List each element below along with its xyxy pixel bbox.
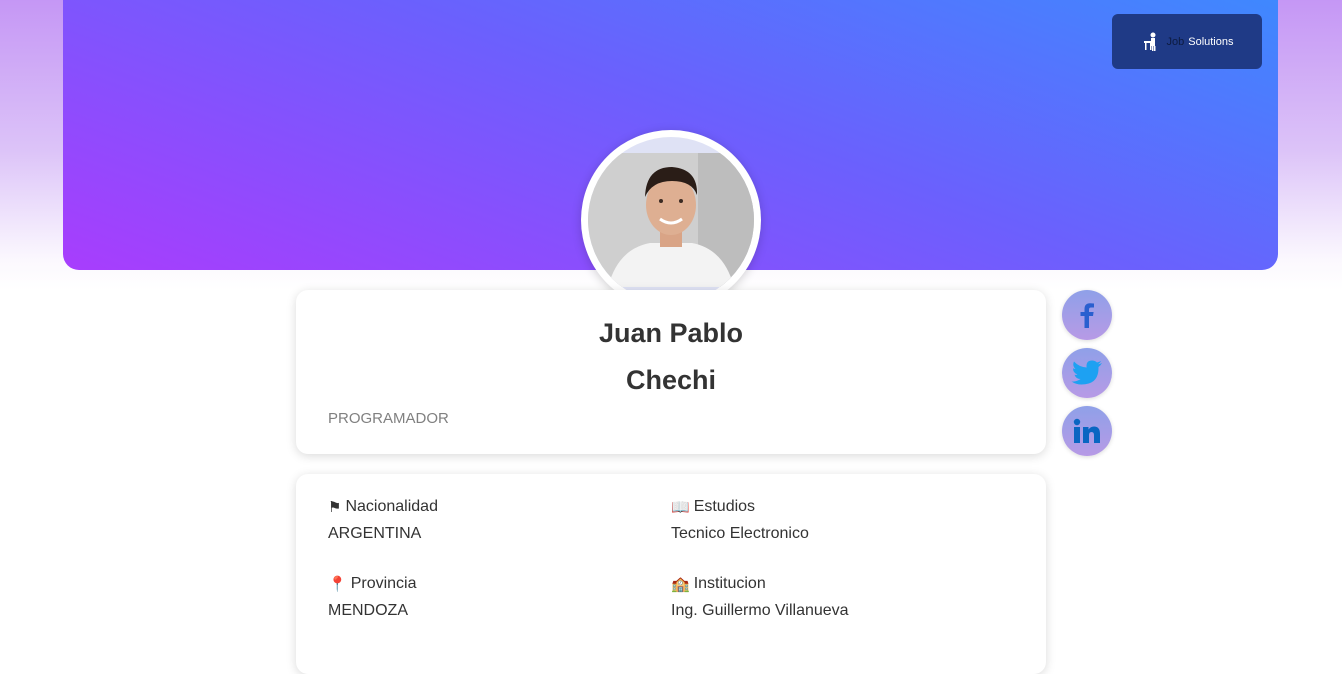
facebook-icon (1080, 303, 1094, 328)
avatar-person-illustration (588, 153, 754, 287)
info-label-nacionalidad: Nacionalidad (345, 498, 438, 515)
info-label-provincia: Provincia (350, 575, 417, 592)
info-value-provincia: MENDOZA (328, 602, 408, 619)
info-value-institucion: Ing. Guillermo Villanueva (671, 602, 849, 619)
brand-word-solutions: Solutions (1188, 35, 1234, 48)
linkedin-icon (1073, 418, 1100, 443)
info-value-estudios: Tecnico Electronico (671, 525, 809, 542)
brand-word-job: Job (1166, 35, 1185, 48)
twitter-link[interactable] (1062, 348, 1112, 398)
info-provincia: 📍 Provincia MENDOZA (328, 575, 648, 620)
info-estudios: 📖 Estudios Tecnico Electronico (671, 498, 991, 543)
linkedin-link[interactable] (1062, 406, 1112, 456)
school-icon: 🏫 (671, 575, 690, 593)
profile-info-card: ⚑ Nacionalidad ARGENTINA 📖 Estudios Tecn… (296, 474, 1046, 674)
info-nacionalidad: ⚑ Nacionalidad ARGENTINA (328, 498, 648, 543)
brand-logo-button[interactable]: Job Solutions (1112, 14, 1262, 69)
twitter-icon (1071, 360, 1102, 385)
avatar-photo (588, 137, 754, 303)
person-at-desk-icon (1144, 32, 1156, 51)
profile-name-card: Juan Pablo Chechi PROGRAMADOR (296, 290, 1046, 454)
info-value-nacionalidad: ARGENTINA (328, 525, 422, 542)
info-label-institucion: Institucion (693, 575, 766, 592)
profile-role: PROGRAMADOR (328, 410, 449, 427)
profile-avatar (581, 130, 761, 310)
info-institucion: 🏫 Institucion Ing. Guillermo Villanueva (671, 575, 991, 620)
facebook-link[interactable] (1062, 290, 1112, 340)
map-pin-icon: 📍 (328, 575, 347, 593)
profile-last-name: Chechi (625, 365, 717, 395)
book-icon: 📖 (671, 498, 690, 516)
info-label-estudios: Estudios (693, 498, 756, 515)
social-links (1062, 290, 1112, 464)
flag-icon: ⚑ (328, 498, 342, 516)
profile-first-name: Juan Pablo (598, 318, 744, 348)
